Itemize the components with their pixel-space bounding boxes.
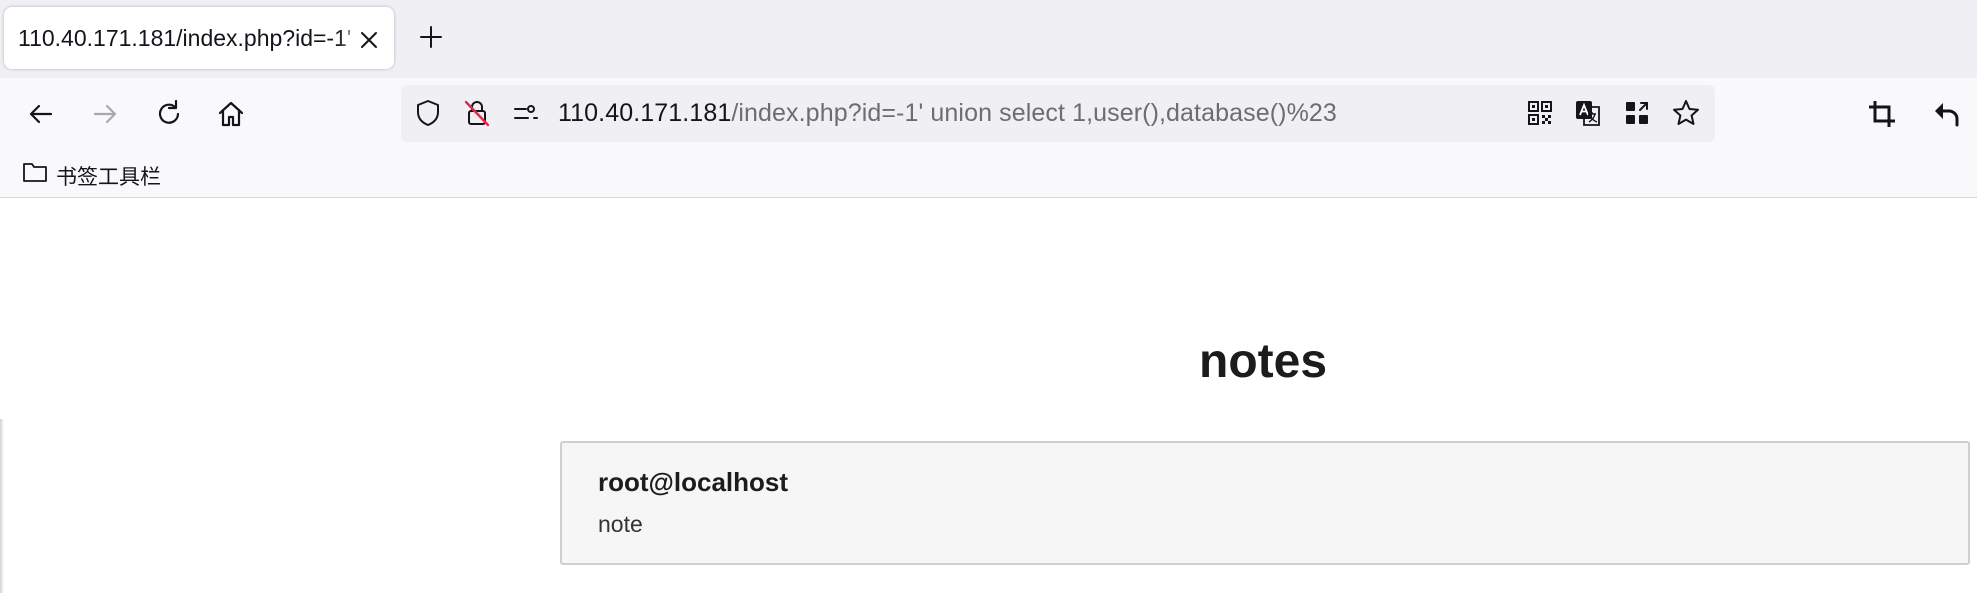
bookmarks-toolbar-label[interactable]: 书签工具栏	[56, 161, 161, 191]
home-button[interactable]	[214, 97, 248, 131]
page-title: notes	[1199, 335, 1328, 388]
url-text[interactable]: 110.40.171.181/index.php?id=-1' union se…	[558, 99, 1337, 128]
close-icon[interactable]	[356, 27, 382, 53]
reload-button[interactable]	[152, 97, 186, 131]
insecure-lock-icon[interactable]	[462, 98, 492, 128]
extensions-icon[interactable]	[1622, 98, 1652, 128]
edge-shadow	[0, 419, 4, 593]
tab-strip: 110.40.171.181/index.php?id=-1' union se…	[0, 0, 1977, 78]
url-path: /index.php?id=-1' union select 1,user(),…	[731, 99, 1337, 127]
undo-icon[interactable]	[1929, 97, 1963, 131]
bookmarks-toolbar: 书签工具栏	[0, 149, 1977, 198]
page-content: notes root@localhost note	[0, 199, 1977, 593]
shield-icon[interactable]	[413, 98, 443, 128]
qr-code-icon[interactable]	[1525, 98, 1555, 128]
bookmark-star-icon[interactable]	[1671, 98, 1701, 128]
note-card: root@localhost note	[560, 441, 1970, 565]
tab-title: 110.40.171.181/index.php?id=-1' union se…	[18, 25, 358, 51]
folder-icon	[23, 163, 47, 182]
url-bar[interactable]: 110.40.171.181/index.php?id=-1' union se…	[401, 85, 1715, 142]
plus-icon[interactable]	[416, 22, 446, 52]
back-button[interactable]	[24, 97, 58, 131]
site-permissions-icon[interactable]	[511, 98, 541, 128]
nav-toolbar: 110.40.171.181/index.php?id=-1' union se…	[0, 78, 1977, 149]
crop-icon[interactable]	[1865, 97, 1899, 131]
tab-current[interactable]: 110.40.171.181/index.php?id=-1' union se…	[4, 7, 394, 69]
url-host: 110.40.171.181	[558, 99, 732, 127]
note-body: note	[598, 511, 643, 537]
note-title: root@localhost	[598, 467, 789, 497]
translate-icon[interactable]	[1573, 98, 1603, 128]
forward-button[interactable]	[88, 97, 122, 131]
